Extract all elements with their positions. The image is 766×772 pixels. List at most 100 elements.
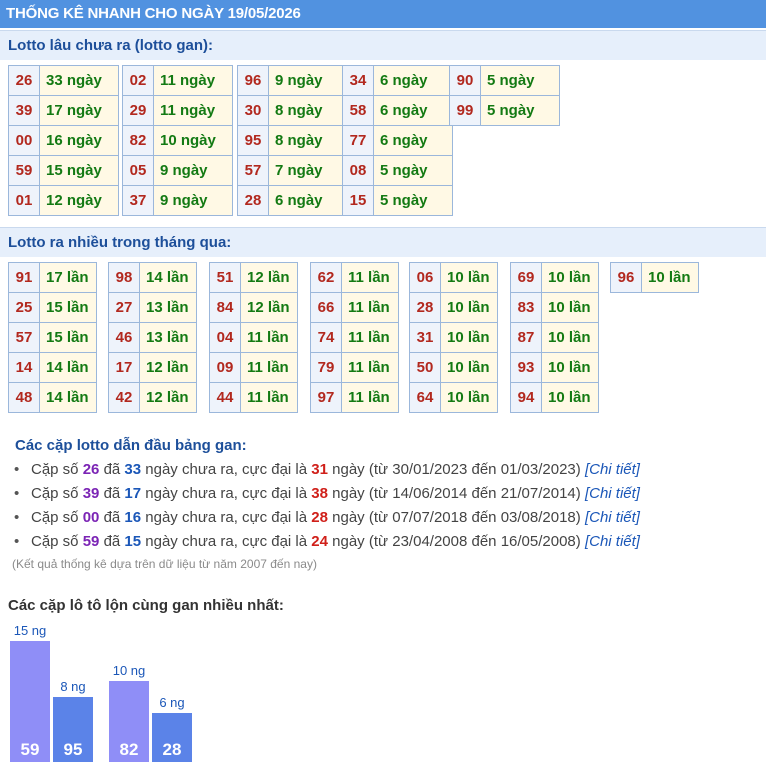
table-row: 31 10 lần: [409, 322, 498, 353]
lotto-count: 5 ngày: [480, 95, 560, 126]
lotto-count: 6 ngày: [373, 65, 453, 96]
table-row: 83 10 lần: [510, 292, 599, 323]
lotto-count: 10 ngày: [153, 125, 233, 156]
table-row: 64 10 lần: [409, 382, 498, 413]
lotto-count: 16 ngày: [39, 125, 119, 156]
gan-grid-column: 90 5 ngày 99 5 ngày: [449, 65, 560, 126]
lotto-count: 5 ngày: [480, 65, 560, 96]
lotto-count: 12 lần: [240, 292, 298, 323]
lotto-number: 59: [8, 155, 40, 186]
detail-link[interactable]: [Chi tiết]: [585, 485, 640, 502]
lotto-count: 11 ngày: [153, 95, 233, 126]
lotto-number: 39: [8, 95, 40, 126]
table-row: 50 10 lần: [409, 352, 498, 383]
lotto-count: 5 ngày: [373, 185, 453, 216]
lotto-number: 08: [342, 155, 374, 186]
lotto-count: 13 lần: [139, 322, 197, 353]
freq-grid-column: 06 10 lần 28 10 lần 31 10 lần 50 10 lần 64 10 lần: [409, 262, 498, 413]
lotto-count: 12 lần: [240, 262, 298, 293]
lotto-number: 28: [237, 185, 269, 216]
lotto-number: 14: [8, 352, 40, 383]
lotto-number: 79: [310, 352, 342, 383]
lotto-number: 06: [409, 262, 441, 293]
lotto-count: 10 lần: [541, 322, 599, 353]
table-row: 93 10 lần: [510, 352, 599, 383]
bar-value-label: 6 ng: [159, 695, 185, 711]
lotto-number: 50: [409, 352, 441, 383]
lotto-count: 10 lần: [440, 352, 498, 383]
table-row: 44 11 lần: [209, 382, 298, 413]
table-row: 94 10 lần: [510, 382, 599, 413]
detail-link[interactable]: [Chi tiết]: [585, 461, 640, 478]
lotto-number: 57: [8, 322, 40, 353]
table-row: 14 14 lần: [8, 352, 97, 383]
lotto-number: 31: [409, 322, 441, 353]
gan-section-title: Lotto lâu chưa ra (lotto gan):: [0, 30, 766, 60]
table-row: 98 14 lần: [108, 262, 197, 293]
table-row: 46 13 lần: [108, 322, 197, 353]
lotto-count: 6 ngày: [373, 95, 453, 126]
detail-link[interactable]: [Chi tiết]: [585, 533, 640, 550]
chart-bar: 59: [10, 640, 50, 762]
table-row: 57 15 lần: [8, 322, 97, 353]
lotto-number: 26: [8, 65, 40, 96]
lotto-count: 11 ngày: [153, 65, 233, 96]
table-row: 66 11 lần: [310, 292, 399, 323]
lotto-number: 42: [108, 382, 140, 413]
table-row: 42 12 lần: [108, 382, 197, 413]
lotto-number: 62: [310, 262, 342, 293]
table-row: 06 10 lần: [409, 262, 498, 293]
lotto-number: 44: [209, 382, 241, 413]
table-row: 08 5 ngày: [342, 155, 453, 186]
lotto-count: 15 lần: [39, 292, 97, 323]
table-row: 58 6 ngày: [342, 95, 453, 126]
chart-bar: 28: [152, 713, 192, 762]
lotto-count: 17 ngày: [39, 95, 119, 126]
bar-value-label: 10 ng: [112, 663, 146, 678]
bar-value-label: 15 ng: [13, 622, 47, 638]
lotto-number: 25: [8, 292, 40, 323]
table-row: 02 11 ngày: [122, 65, 233, 96]
chart-bar: 82: [109, 681, 149, 762]
table-row: 82 10 ngày: [122, 125, 233, 156]
lotto-number: 28: [409, 292, 441, 323]
table-row: 97 11 lần: [310, 382, 399, 413]
lotto-number: 09: [209, 352, 241, 383]
freq-section-title: Lotto ra nhiều trong tháng qua:: [0, 227, 766, 257]
table-row: 27 13 lần: [108, 292, 197, 323]
lotto-number: 27: [108, 292, 140, 323]
bar-category-label: 82: [119, 740, 139, 759]
lotto-count: 14 lần: [139, 262, 197, 293]
table-row: 01 12 ngày: [8, 185, 119, 216]
table-row: 28 10 lần: [409, 292, 498, 323]
freq-grid-column: 62 11 lần 66 11 lần 74 11 lần 79 11 lần 97 11 lần: [310, 262, 399, 413]
lotto-number: 04: [209, 322, 241, 353]
lotto-count: 9 ngày: [268, 65, 348, 96]
chart-bar: 95: [53, 697, 93, 762]
lotto-number: 77: [342, 125, 374, 156]
table-row: 79 11 lần: [310, 352, 399, 383]
lotto-number: 46: [108, 322, 140, 353]
lotto-count: 9 ngày: [153, 155, 233, 186]
lotto-count: 11 lần: [341, 322, 399, 353]
table-row: 15 5 ngày: [342, 185, 453, 216]
table-row: 95 8 ngày: [237, 125, 348, 156]
gan-grid-column: 96 9 ngày 30 8 ngày 95 8 ngày 57 7 ngày 28 6 ngày: [237, 65, 348, 216]
bar-category-label: 95: [63, 739, 83, 759]
lotto-count: 10 lần: [541, 352, 599, 383]
lotto-number: 00: [8, 125, 40, 156]
lotto-number: 30: [237, 95, 269, 126]
lotto-number: 84: [209, 292, 241, 323]
lotto-number: 05: [122, 155, 154, 186]
lotto-number: 90: [449, 65, 481, 96]
lotto-count: 12 ngày: [39, 185, 119, 216]
lotto-count: 9 ngày: [153, 185, 233, 216]
lotto-number: 57: [237, 155, 269, 186]
detail-link[interactable]: [Chi tiết]: [585, 509, 640, 526]
data-source-note: (Kết quả thống kê dựa trên dữ liệu từ nă…: [12, 557, 317, 571]
lotto-number: 99: [449, 95, 481, 126]
lotto-number: 87: [510, 322, 542, 353]
table-row: 37 9 ngày: [122, 185, 233, 216]
lotto-number: 93: [510, 352, 542, 383]
pair-item: • Cặp số 26 đã 33 ngày chưa ra, cực đại l…: [14, 461, 640, 478]
